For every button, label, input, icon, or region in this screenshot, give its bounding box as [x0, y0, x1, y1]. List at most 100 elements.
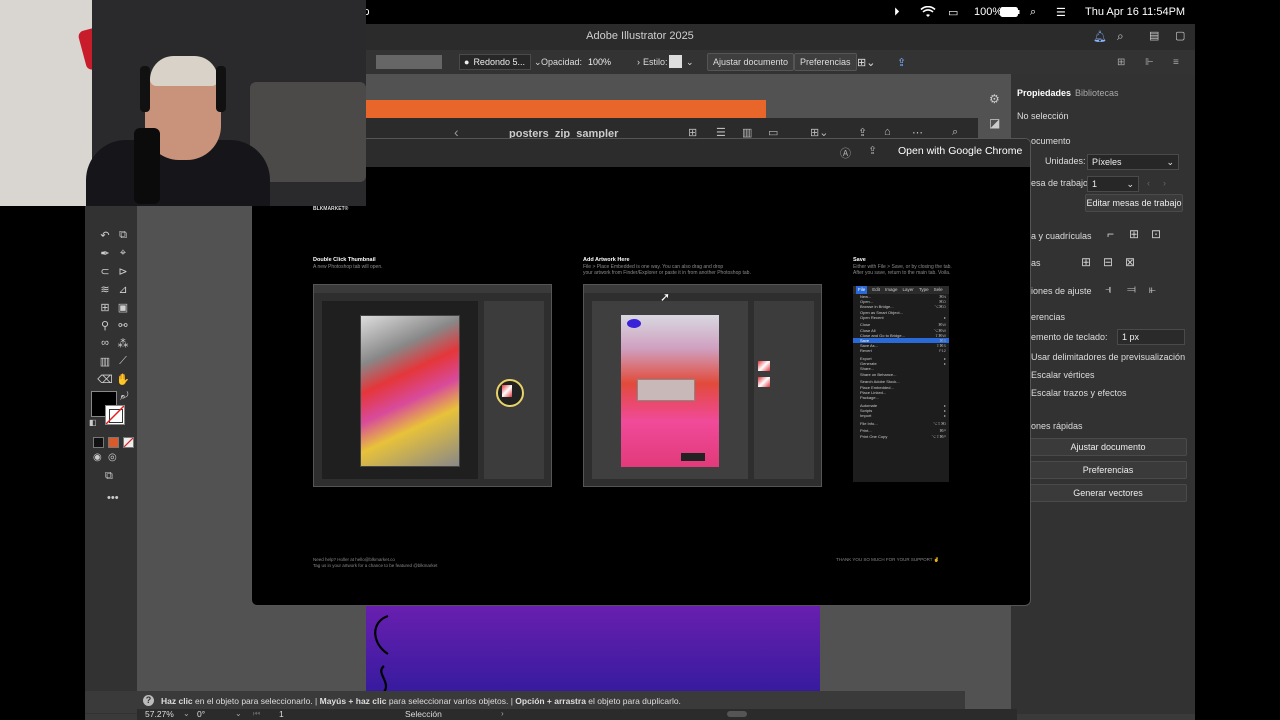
- no-selection-label: No selección: [1017, 111, 1069, 121]
- guides-icon[interactable]: ⊞: [1081, 255, 1091, 269]
- properties-icon[interactable]: ⚙: [989, 92, 1000, 106]
- grid-icon[interactable]: ⊞: [1129, 227, 1139, 241]
- control-center-icon[interactable]: ☰: [1056, 5, 1066, 19]
- undo-icon[interactable]: ↶: [97, 228, 113, 242]
- ruler-icon[interactable]: ⌐: [1107, 227, 1114, 241]
- battery-icon[interactable]: [1000, 5, 1020, 19]
- check-delimitadores[interactable]: Usar delimitadores de previsualización: [1031, 352, 1185, 362]
- horizontal-scroll-thumb[interactable]: [727, 711, 747, 717]
- anchor-tool-icon[interactable]: ⌖: [115, 246, 131, 260]
- search-icon[interactable]: ⌕: [1030, 5, 1036, 19]
- display-icon[interactable]: ▭: [948, 5, 958, 19]
- align-icon[interactable]: ⊞⌄: [857, 53, 875, 71]
- default-colors-icon[interactable]: ◧: [89, 418, 97, 427]
- symbol-sprayer-icon[interactable]: ⁂: [115, 336, 131, 350]
- pen-tool-icon[interactable]: ✒: [97, 246, 113, 260]
- share-icon[interactable]: ⇪: [897, 53, 906, 71]
- tag-icon[interactable]: ⌂: [884, 126, 891, 138]
- align-panel-icon[interactable]: ⊩: [1145, 53, 1154, 71]
- prev-artboard-icon[interactable]: ‹: [1147, 178, 1150, 188]
- snap-pixel-icon[interactable]: ⫤: [1127, 282, 1136, 297]
- tab-propiedades[interactable]: Propiedades: [1017, 88, 1071, 98]
- ps-menu-item: Print One Copy ⌥⇧⌘P: [853, 434, 949, 439]
- eraser-tool-icon[interactable]: ⌫: [97, 372, 113, 386]
- more-tools-icon[interactable]: •••: [107, 492, 119, 504]
- tab-bibliotecas[interactable]: Bibliotecas: [1075, 88, 1119, 98]
- clock[interactable]: Thu Apr 16 11:54PM: [1085, 5, 1185, 19]
- opacity-label: Opacidad:: [541, 57, 583, 67]
- transparency-grid-icon[interactable]: ⊡: [1151, 227, 1161, 241]
- gradient-tool-icon[interactable]: ▣: [115, 300, 131, 314]
- measure-icon[interactable]: ⚯: [115, 318, 131, 332]
- rotation-value[interactable]: 0°: [197, 709, 205, 719]
- menu-icon[interactable]: ≡: [1173, 53, 1179, 71]
- artboard-number[interactable]: 1: [279, 709, 284, 719]
- play-icon[interactable]: ⏵: [894, 5, 900, 19]
- layers-icon[interactable]: ◪: [989, 116, 1000, 130]
- documento-heading: ocumento: [1031, 136, 1071, 146]
- lock-guides-icon[interactable]: ⊟: [1103, 255, 1113, 269]
- none-mode-icon[interactable]: [123, 437, 134, 448]
- ps-menu-item-label: Print One Copy: [860, 433, 888, 439]
- style-swatch[interactable]: [669, 55, 682, 68]
- share-icon[interactable]: ⇪: [868, 144, 877, 157]
- markup-icon[interactable]: Ⓐ: [840, 145, 851, 161]
- zoom-level[interactable]: 57.27%: [145, 709, 174, 719]
- stroke-swatch[interactable]: [376, 55, 442, 69]
- chevron-right-icon[interactable]: ›: [637, 57, 640, 67]
- chevron-down-icon[interactable]: ⌄: [235, 709, 242, 718]
- smart-guides-icon[interactable]: ⊠: [1125, 255, 1135, 269]
- check-vertices[interactable]: Escalar vértices: [1031, 370, 1095, 380]
- help-icon[interactable]: ?: [143, 695, 154, 706]
- next-artboard-icon[interactable]: ›: [1163, 178, 1166, 188]
- shape-builder-icon[interactable]: ⊳: [115, 264, 131, 278]
- blend-tool-icon[interactable]: ∞: [97, 336, 113, 350]
- chevron-right-icon[interactable]: ›: [501, 709, 504, 718]
- ajuste-heading: iones de ajuste: [1031, 286, 1092, 296]
- panel-icon[interactable]: ▢: [1175, 29, 1185, 42]
- quick-generar-button[interactable]: Generar vectores: [1029, 484, 1187, 502]
- notification-icon[interactable]: 🔔︎: [1093, 30, 1107, 43]
- artboard-tool-icon[interactable]: ⧉: [115, 228, 131, 242]
- incremento-value[interactable]: 1 px: [1122, 332, 1139, 342]
- snap-point-icon[interactable]: ⫣: [1105, 282, 1112, 297]
- quick-ajustar-button[interactable]: Ajustar documento: [1029, 438, 1187, 456]
- hand-tool-icon[interactable]: ✋: [115, 372, 131, 386]
- opacity-value[interactable]: 100%: [583, 54, 633, 70]
- lasso-tool-icon[interactable]: ⊂: [97, 264, 113, 278]
- arrange-icon[interactable]: ▤: [1149, 29, 1159, 42]
- slice-tool-icon[interactable]: ⟋: [115, 354, 131, 368]
- mesa-select[interactable]: 1 ⌄: [1087, 176, 1139, 192]
- preferencias-button[interactable]: Preferencias: [794, 53, 857, 71]
- graph-tool-icon[interactable]: ▥: [97, 354, 113, 368]
- draw-inside-icon[interactable]: ◎: [108, 452, 117, 463]
- search-icon[interactable]: ⌕: [1117, 29, 1124, 44]
- chevron-down-icon[interactable]: ⌄: [686, 53, 694, 71]
- arrange-icon[interactable]: ⊞: [1117, 53, 1125, 71]
- quick-preferencias-button[interactable]: Preferencias: [1029, 461, 1187, 479]
- check-trazos[interactable]: Escalar trazos y efectos: [1031, 388, 1127, 398]
- mesh-tool-icon[interactable]: ⊞: [97, 300, 113, 314]
- incremento-field[interactable]: 1 px: [1117, 329, 1185, 345]
- ajustar-documento-button[interactable]: Ajustar documento: [707, 53, 795, 71]
- color-mode-icon[interactable]: [93, 437, 104, 448]
- swap-colors-icon[interactable]: ⤾: [121, 390, 129, 401]
- draw-mode-icon[interactable]: ◉: [93, 452, 102, 463]
- editar-mesas-button[interactable]: Editar mesas de trabajo: [1085, 194, 1183, 212]
- stroke-swatch[interactable]: [105, 405, 125, 425]
- first-artboard-icon[interactable]: ⏮: [253, 709, 260, 719]
- gradient-mode-icon[interactable]: [108, 437, 119, 448]
- wifi-icon[interactable]: [920, 5, 936, 19]
- warp-tool-icon[interactable]: ≋: [97, 282, 113, 296]
- status-hint-text: Haz clic en el objeto para seleccionarlo…: [161, 696, 681, 706]
- open-with-chrome-button[interactable]: Open with Google Chrome: [898, 145, 1022, 157]
- brand-logo-text: BLKMARKET®: [313, 206, 349, 212]
- chevron-down-icon[interactable]: ⌄: [183, 709, 190, 718]
- opacity-field[interactable]: 100% ›: [583, 53, 640, 71]
- unidades-select[interactable]: Píxeles ⌄: [1087, 154, 1179, 170]
- eyedropper-icon[interactable]: ⚲: [97, 318, 113, 332]
- screen-mode-icon[interactable]: ⧉: [105, 470, 113, 483]
- brush-dropdown[interactable]: ● Redondo 5... ⌄: [459, 53, 542, 71]
- perspective-grid-icon[interactable]: ⊿: [115, 282, 131, 296]
- snap-glyph-icon[interactable]: ⫦: [1149, 282, 1156, 297]
